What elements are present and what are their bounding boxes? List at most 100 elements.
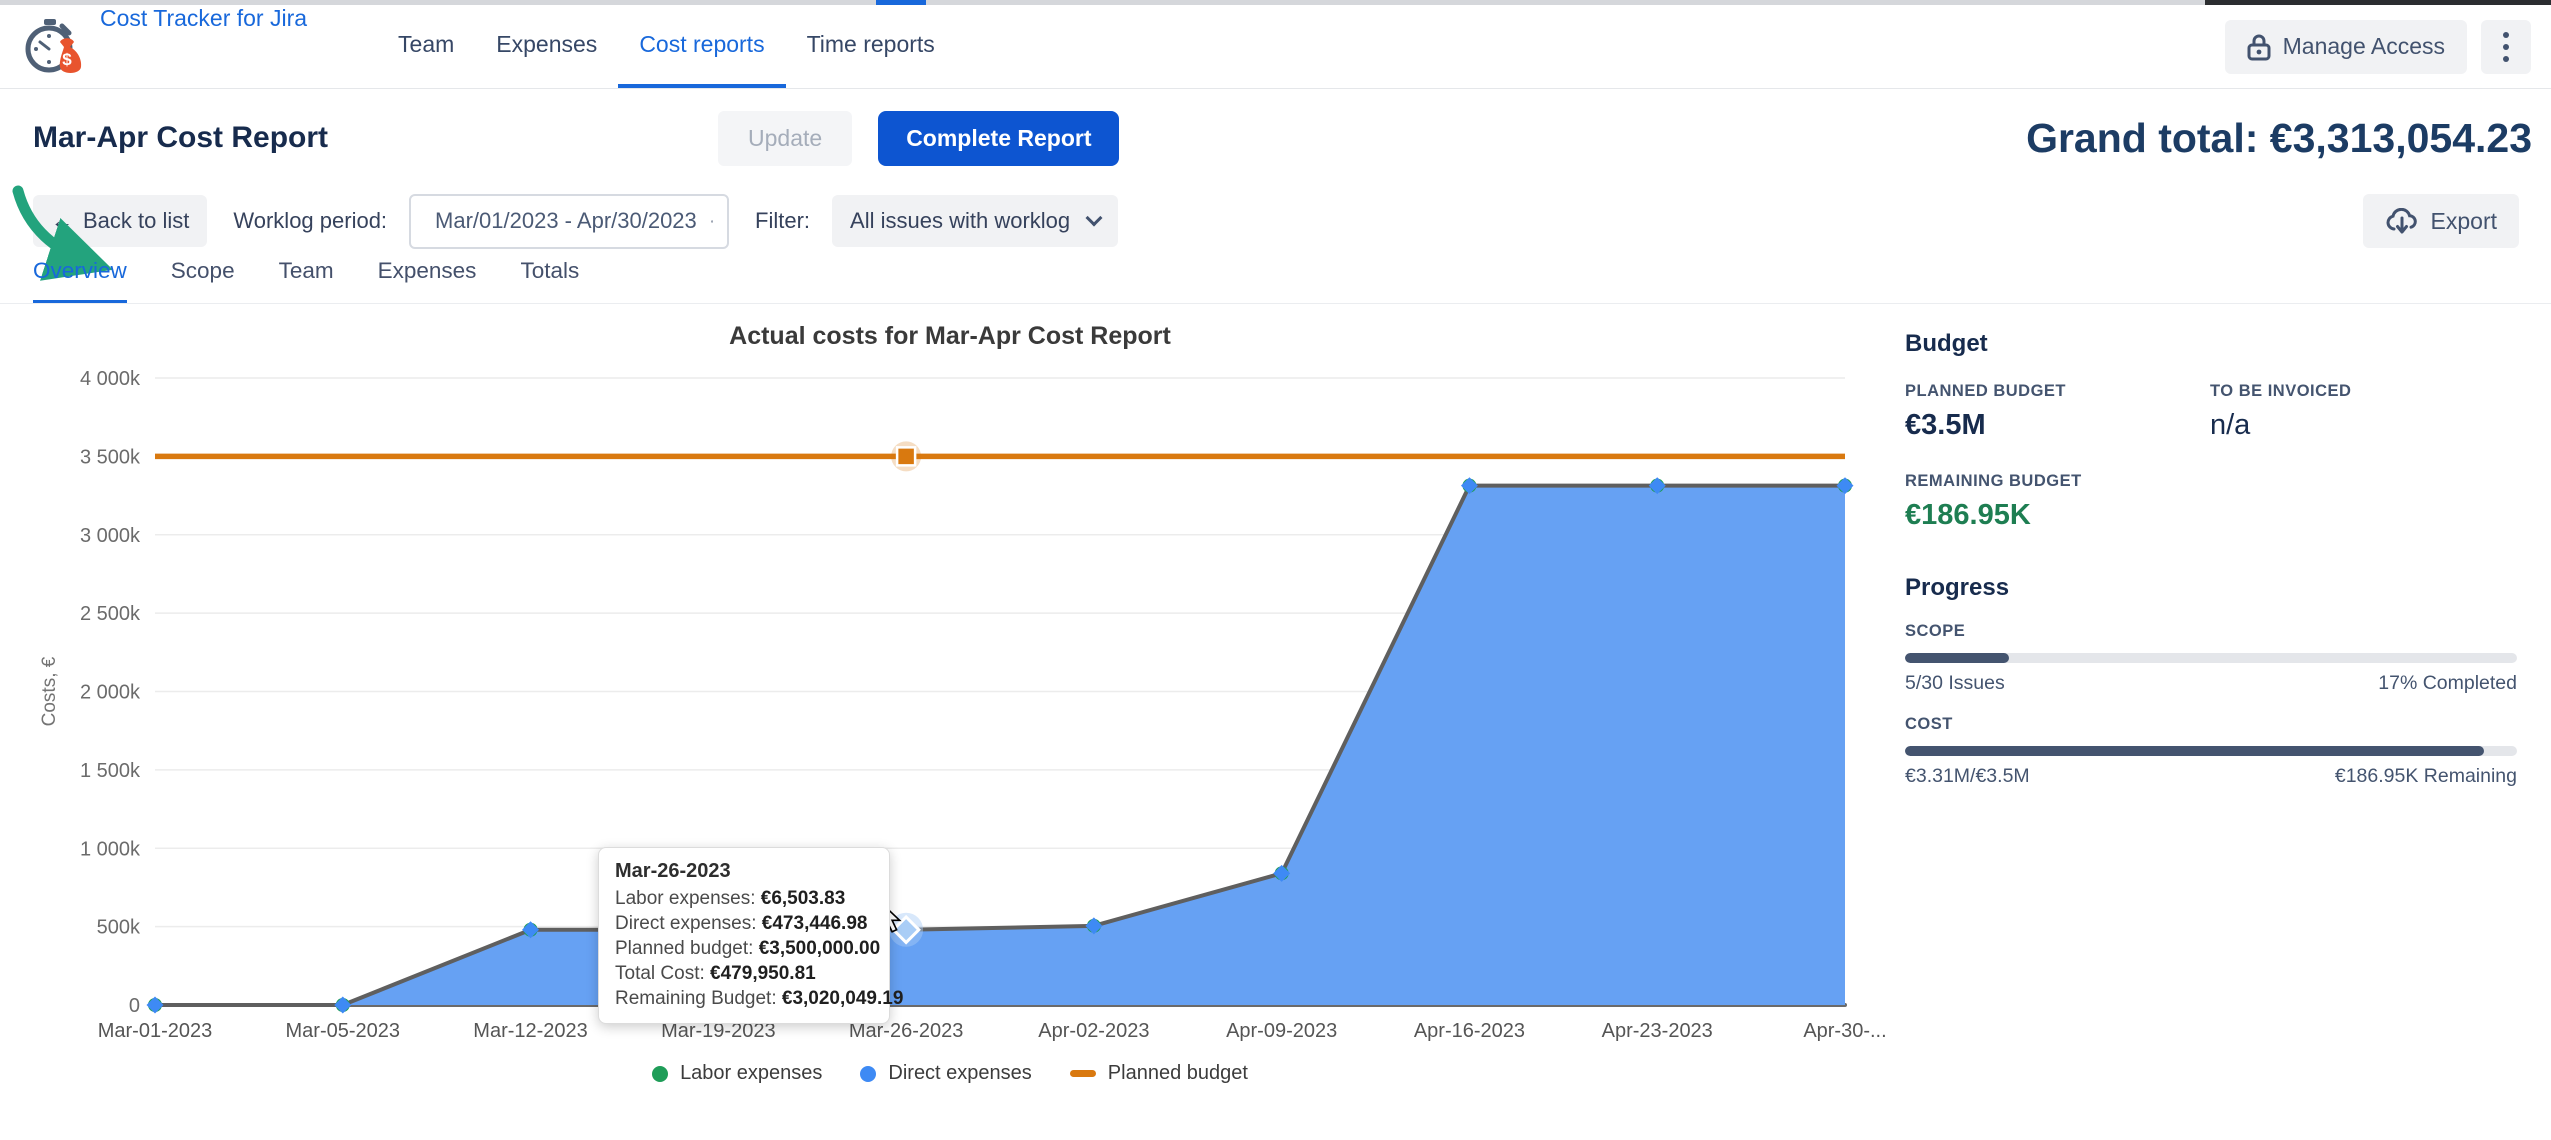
- cloud-download-icon: [2385, 208, 2419, 234]
- budget-heading: Budget: [1905, 330, 2533, 358]
- more-options-button[interactable]: [2481, 20, 2531, 74]
- labor-expenses-dot-icon: [652, 1066, 668, 1082]
- worklog-period-input[interactable]: Mar/01/2023 - Apr/30/2023: [409, 194, 729, 249]
- to-be-invoiced-label: TO BE INVOICED: [2210, 382, 2533, 401]
- filter-label: Filter:: [755, 208, 810, 234]
- remaining-budget-label: REMAINING BUDGET: [1905, 472, 2210, 491]
- app-name: Cost Tracker for Jira: [100, 5, 307, 88]
- back-to-list-label: Back to list: [83, 208, 189, 234]
- scope-progress-block: SCOPE 5/30 Issues 17% Completed: [1905, 622, 2533, 695]
- planned-budget-label: PLANNED BUDGET: [1905, 382, 2210, 401]
- svg-text:1 500k: 1 500k: [80, 760, 141, 782]
- svg-text:Apr-02-2023: Apr-02-2023: [1038, 1020, 1149, 1042]
- nav-team[interactable]: Team: [377, 5, 475, 88]
- nav-expenses[interactable]: Expenses: [475, 5, 618, 88]
- update-button[interactable]: Update: [718, 111, 852, 166]
- budget-grid: PLANNED BUDGET €3.5M TO BE INVOICED n/a …: [1905, 382, 2533, 532]
- lock-icon: [2247, 33, 2271, 61]
- svg-text:$: $: [62, 50, 72, 69]
- cost-chart-section: Actual costs for Mar-Apr Cost Report 050…: [0, 360, 1900, 1120]
- actual-costs-chart[interactable]: 0500k1 000k1 500k2 000k2 500k3 000k3 500…: [0, 360, 1900, 1055]
- scope-progress-left: 5/30 Issues: [1905, 672, 2005, 695]
- svg-text:Costs, €: Costs, €: [39, 656, 60, 726]
- report-toolbar: ← Back to list Worklog period: Mar/01/20…: [33, 193, 2532, 249]
- issues-filter-select[interactable]: All issues with worklog: [832, 195, 1118, 247]
- to-be-invoiced-block: TO BE INVOICED n/a: [2210, 382, 2533, 442]
- svg-text:3 000k: 3 000k: [80, 525, 141, 547]
- tab-totals[interactable]: Totals: [520, 258, 579, 304]
- progress-heading: Progress: [1905, 574, 2533, 602]
- planned-budget-dash-icon: [1070, 1070, 1096, 1077]
- back-arrow-icon: ←: [51, 208, 73, 234]
- report-tabs: Overview Scope Team Expenses Totals: [33, 258, 579, 304]
- planned-budget-value: €3.5M: [1905, 409, 2210, 442]
- app-logo: $: [0, 5, 84, 88]
- chart-tooltip: Mar-26-2023 Labor expenses: €6,503.83 Di…: [598, 847, 890, 1024]
- tooltip-date: Mar-26-2023: [615, 860, 873, 883]
- svg-text:Apr-16-2023: Apr-16-2023: [1414, 1020, 1525, 1042]
- svg-text:4 000k: 4 000k: [80, 368, 141, 390]
- worklog-period-value: Mar/01/2023 - Apr/30/2023: [435, 208, 697, 234]
- calendar-icon[interactable]: [711, 208, 713, 235]
- svg-text:0: 0: [129, 995, 140, 1017]
- tab-team[interactable]: Team: [279, 258, 334, 304]
- svg-text:Mar-01-2023: Mar-01-2023: [98, 1020, 213, 1042]
- cost-progress-fill: [1905, 746, 2484, 756]
- svg-text:500k: 500k: [97, 917, 141, 939]
- chart-legend: Labor expenses Direct expenses Planned b…: [0, 1062, 1900, 1085]
- manage-access-button[interactable]: Manage Access: [2225, 20, 2467, 74]
- grand-total: Grand total: €3,313,054.23: [2026, 115, 2532, 162]
- header-actions: Manage Access: [2225, 5, 2551, 88]
- planned-budget-block: PLANNED BUDGET €3.5M: [1905, 382, 2210, 442]
- tab-expenses[interactable]: Expenses: [378, 258, 477, 304]
- export-label: Export: [2431, 208, 2497, 235]
- svg-text:Mar-05-2023: Mar-05-2023: [286, 1020, 401, 1042]
- tooltip-row: Planned budget: €3,500,000.00: [615, 936, 873, 961]
- cost-label: COST: [1905, 715, 2533, 734]
- tooltip-row: Direct expenses: €473,446.98: [615, 911, 873, 936]
- remaining-budget-block: REMAINING BUDGET €186.95K: [1905, 472, 2210, 532]
- issues-filter-value: All issues with worklog: [850, 208, 1070, 234]
- app-header: $ Cost Tracker for Jira Team Expenses Co…: [0, 5, 2551, 89]
- tabs-divider: [0, 303, 2551, 304]
- svg-text:2 000k: 2 000k: [80, 682, 141, 704]
- svg-text:2 500k: 2 500k: [80, 603, 141, 625]
- back-to-list-button[interactable]: ← Back to list: [33, 195, 207, 247]
- tab-scope[interactable]: Scope: [171, 258, 235, 304]
- worklog-period-label: Worklog period:: [233, 208, 387, 234]
- main-nav: Team Expenses Cost reports Time reports: [377, 5, 956, 88]
- chart-title: Actual costs for Mar-Apr Cost Report: [0, 322, 1900, 351]
- svg-text:Apr-09-2023: Apr-09-2023: [1226, 1020, 1337, 1042]
- scope-progress-right: 17% Completed: [2378, 672, 2517, 695]
- svg-text:Apr-23-2023: Apr-23-2023: [1602, 1020, 1713, 1042]
- svg-text:3 500k: 3 500k: [80, 446, 141, 468]
- scope-progress-bar: [1905, 653, 2517, 663]
- nav-time-reports[interactable]: Time reports: [786, 5, 956, 88]
- legend-labor-expenses[interactable]: Labor expenses: [652, 1062, 822, 1085]
- complete-report-button[interactable]: Complete Report: [878, 111, 1119, 166]
- svg-text:Mar-12-2023: Mar-12-2023: [473, 1020, 588, 1042]
- cost-progress-left: €3.31M/€3.5M: [1905, 765, 2030, 788]
- title-row: Mar-Apr Cost Report Update Complete Repo…: [33, 108, 2532, 168]
- remaining-budget-value: €186.95K: [1905, 499, 2210, 532]
- direct-expenses-dot-icon: [860, 1066, 876, 1082]
- legend-direct-expenses[interactable]: Direct expenses: [860, 1062, 1031, 1085]
- cost-progress-right: €186.95K Remaining: [2335, 765, 2517, 788]
- tab-overview[interactable]: Overview: [33, 258, 127, 304]
- tooltip-row: Total Cost: €479,950.81: [615, 961, 873, 986]
- legend-planned-budget[interactable]: Planned budget: [1070, 1062, 1248, 1085]
- scope-progress-fill: [1905, 653, 2009, 663]
- chevron-down-icon: [1086, 210, 1103, 227]
- scope-label: SCOPE: [1905, 622, 2533, 641]
- export-button[interactable]: Export: [2363, 194, 2519, 248]
- cost-tracker-logo-icon: $: [22, 16, 84, 78]
- summary-panel: Budget PLANNED BUDGET €3.5M TO BE INVOIC…: [1905, 330, 2533, 788]
- page-title: Mar-Apr Cost Report: [33, 121, 328, 155]
- manage-access-label: Manage Access: [2283, 33, 2445, 60]
- nav-cost-reports[interactable]: Cost reports: [618, 5, 785, 88]
- to-be-invoiced-value: n/a: [2210, 409, 2533, 442]
- cost-progress-block: COST €3.31M/€3.5M €186.95K Remaining: [1905, 715, 2533, 788]
- cost-progress-bar: [1905, 746, 2517, 756]
- tooltip-row: Labor expenses: €6,503.83: [615, 886, 873, 911]
- svg-text:Apr-30-...: Apr-30-...: [1803, 1020, 1886, 1042]
